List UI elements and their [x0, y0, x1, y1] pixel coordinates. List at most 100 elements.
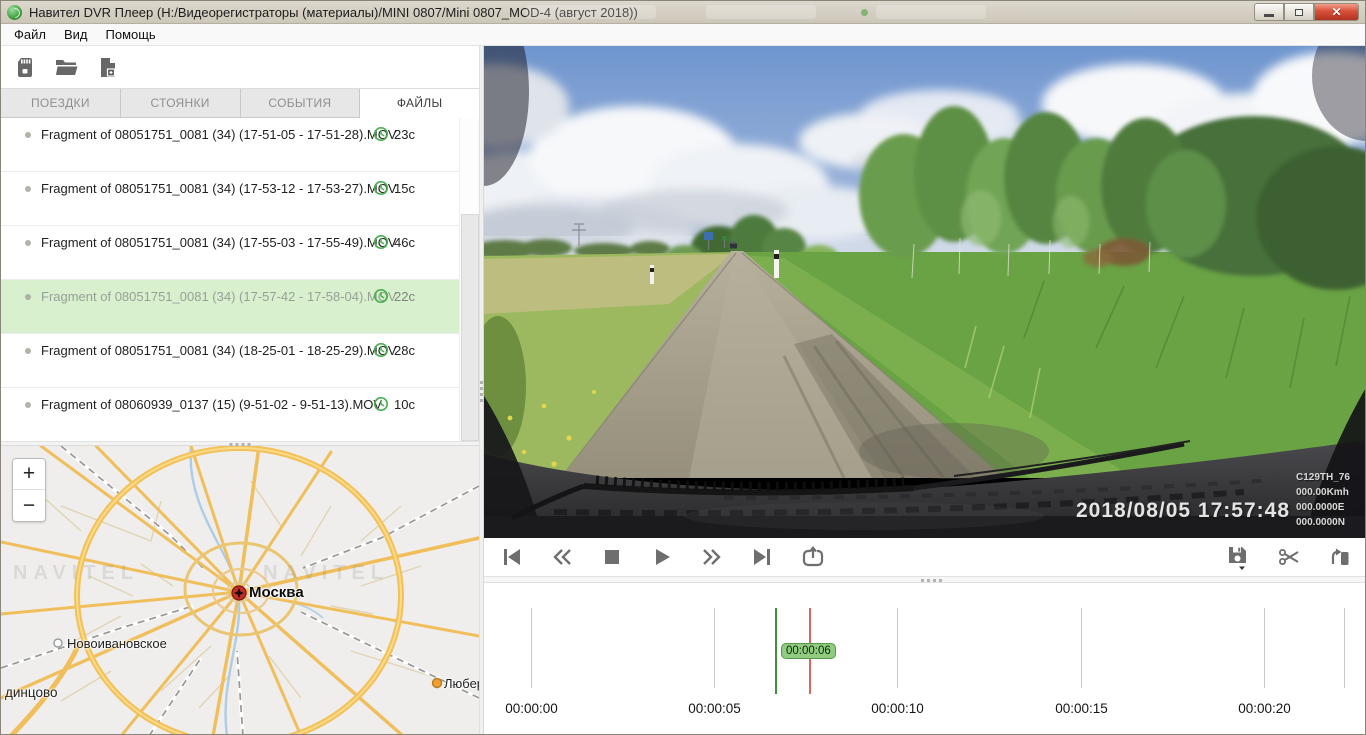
zoom-out-button[interactable]: −	[13, 490, 45, 521]
video-timestamp: 2018/08/05 17:57:48	[1076, 499, 1290, 523]
clock-icon	[373, 180, 389, 196]
export-file-icon[interactable]	[99, 57, 117, 78]
bullet-icon	[25, 402, 31, 408]
splitter-grip-icon	[480, 381, 483, 402]
menu-item[interactable]: Вид	[55, 25, 97, 44]
timeline-tick: 00:00:10	[897, 608, 898, 688]
timeline-tick-label: 00:00:15	[1055, 701, 1108, 716]
save-button[interactable]	[1226, 544, 1250, 571]
map-panel[interactable]: NAVITEL NAVITEL Москва Новоивановское ди…	[1, 446, 479, 735]
file-list-item[interactable]: Fragment of 08051751_0081 (34) (17-51-05…	[1, 118, 479, 172]
video-canvas	[484, 46, 1366, 538]
timeline-tick: 00:00:05	[714, 608, 715, 688]
loop-button[interactable]	[801, 545, 827, 569]
tab-bar: ПОЕЗДКИ СТОЯНКИ СОБЫТИЯ ФАЙЛЫ	[1, 89, 479, 118]
stop-button[interactable]	[601, 546, 623, 568]
background-ghost	[876, 5, 986, 19]
timeline-tick-label: 00:00:20	[1238, 701, 1291, 716]
scrollbar-thumb[interactable]	[461, 214, 479, 441]
file-list-item[interactable]: Fragment of 08051751_0081 (34) (18-25-01…	[1, 334, 479, 388]
speed-readout: 000.00Kmh	[1296, 485, 1350, 500]
skip-start-button[interactable]	[501, 546, 523, 568]
file-name: Fragment of 08051751_0081 (34) (18-25-01…	[41, 343, 397, 358]
video-telemetry: C129TH_76 000.00Kmh 000.0000E 000.0000N	[1296, 470, 1350, 530]
file-list: Fragment of 08051751_0081 (34) (17-51-05…	[1, 118, 479, 441]
transport-buttons	[484, 545, 827, 569]
window-controls: ✕	[1254, 3, 1359, 21]
file-duration: 15с	[394, 181, 415, 196]
clock-icon	[373, 396, 389, 412]
file-list-item[interactable]: Fragment of 08051751_0081 (34) (17-55-03…	[1, 226, 479, 280]
file-list-item[interactable]: Fragment of 08060939_0137 (15) (9-51-02 …	[1, 388, 479, 441]
timeline-track[interactable]: 00:00:06 00:00:00 00:00:05 00:00:10 00:0…	[484, 583, 1366, 735]
timeline-tick: 00:00:15	[1081, 608, 1082, 688]
map-edge-label-left: динцово	[5, 685, 58, 700]
clock-icon	[373, 288, 389, 304]
toolbar	[1, 46, 479, 89]
background-ghost	[861, 9, 868, 16]
tab[interactable]: ФАЙЛЫ	[360, 89, 479, 118]
close-button[interactable]: ✕	[1314, 3, 1359, 21]
latitude-readout: 000.0000N	[1296, 515, 1350, 530]
timeline-tick-label: 00:00:10	[871, 701, 924, 716]
file-list-item[interactable]: Fragment of 08051751_0081 (34) (17-57-42…	[1, 280, 479, 334]
bullet-icon	[25, 240, 31, 246]
video-frame: 2018/08/05 17:57:48 C129TH_76 000.00Kmh …	[484, 46, 1366, 538]
tab-label: ФАЙЛЫ	[397, 96, 443, 110]
timeline-tick: 00:00:00	[531, 608, 532, 688]
clock-icon	[373, 234, 389, 250]
map-canvas	[1, 446, 479, 735]
splitter-grip-icon	[921, 579, 942, 582]
timeline-tick-label: 00:00:00	[505, 701, 558, 716]
tab[interactable]: СОБЫТИЯ	[241, 89, 361, 117]
menu-item[interactable]: Помощь	[97, 25, 165, 44]
playback-controls	[484, 538, 1366, 576]
city-marker-icon	[232, 586, 246, 600]
file-duration: 22с	[394, 289, 415, 304]
tab-label: СОБЫТИЯ	[268, 96, 331, 110]
file-name: Fragment of 08051751_0081 (34) (17-51-05…	[41, 127, 397, 142]
list-scrollbar[interactable]	[459, 118, 479, 441]
background-ghost	[706, 5, 816, 19]
sd-card-icon[interactable]	[15, 57, 35, 78]
right-panel: 2018/08/05 17:57:48 C129TH_76 000.00Kmh …	[484, 46, 1366, 735]
timeline-splitter[interactable]	[484, 576, 1366, 583]
app-logo-icon	[7, 5, 22, 20]
selection-start-marker[interactable]	[775, 608, 777, 694]
tab[interactable]: СТОЯНКИ	[121, 89, 241, 117]
timeline-tick	[1344, 608, 1345, 688]
clock-icon	[373, 126, 389, 142]
title-bar[interactable]: Навител DVR Плеер (H:/Видеорегистраторы …	[1, 1, 1365, 24]
file-duration: 28с	[394, 343, 415, 358]
map-city-label: Москва	[249, 584, 304, 601]
tab-label: ПОЕЗДКИ	[31, 96, 90, 110]
file-name: Fragment of 08051751_0081 (34) (17-55-03…	[41, 235, 397, 250]
rotate-button[interactable]	[1329, 546, 1351, 568]
play-button[interactable]	[651, 546, 673, 568]
tab-label: СТОЯНКИ	[151, 96, 210, 110]
cut-button[interactable]	[1278, 546, 1301, 568]
open-folder-icon[interactable]	[55, 57, 79, 77]
menu-item[interactable]: Файл	[5, 25, 55, 44]
minimize-button[interactable]	[1254, 3, 1284, 21]
file-duration: 46с	[394, 235, 415, 250]
restore-button[interactable]	[1284, 3, 1314, 21]
town-dot	[54, 639, 62, 647]
bullet-icon	[25, 186, 31, 192]
map-watermark: NAVITEL	[13, 562, 139, 585]
file-name: Fragment of 08051751_0081 (34) (17-57-42…	[41, 289, 397, 304]
app-window: Навител DVR Плеер (H:/Видеорегистраторы …	[0, 0, 1366, 735]
rewind-button[interactable]	[551, 546, 573, 568]
zoom-in-button[interactable]: +	[13, 459, 45, 490]
fast-forward-button[interactable]	[701, 546, 723, 568]
clock-icon	[373, 342, 389, 358]
tab[interactable]: ПОЕЗДКИ	[1, 89, 121, 117]
map-town-label: Новоивановское	[67, 636, 167, 651]
bullet-icon	[25, 132, 31, 138]
camera-id: C129TH_76	[1296, 470, 1350, 485]
timeline-tick: 00:00:20	[1264, 608, 1265, 688]
file-list-item[interactable]: Fragment of 08051751_0081 (34) (17-53-12…	[1, 172, 479, 226]
file-name: Fragment of 08051751_0081 (34) (17-53-12…	[41, 181, 397, 196]
timeline-cursor-badge: 00:00:06	[781, 643, 836, 659]
skip-end-button[interactable]	[751, 546, 773, 568]
